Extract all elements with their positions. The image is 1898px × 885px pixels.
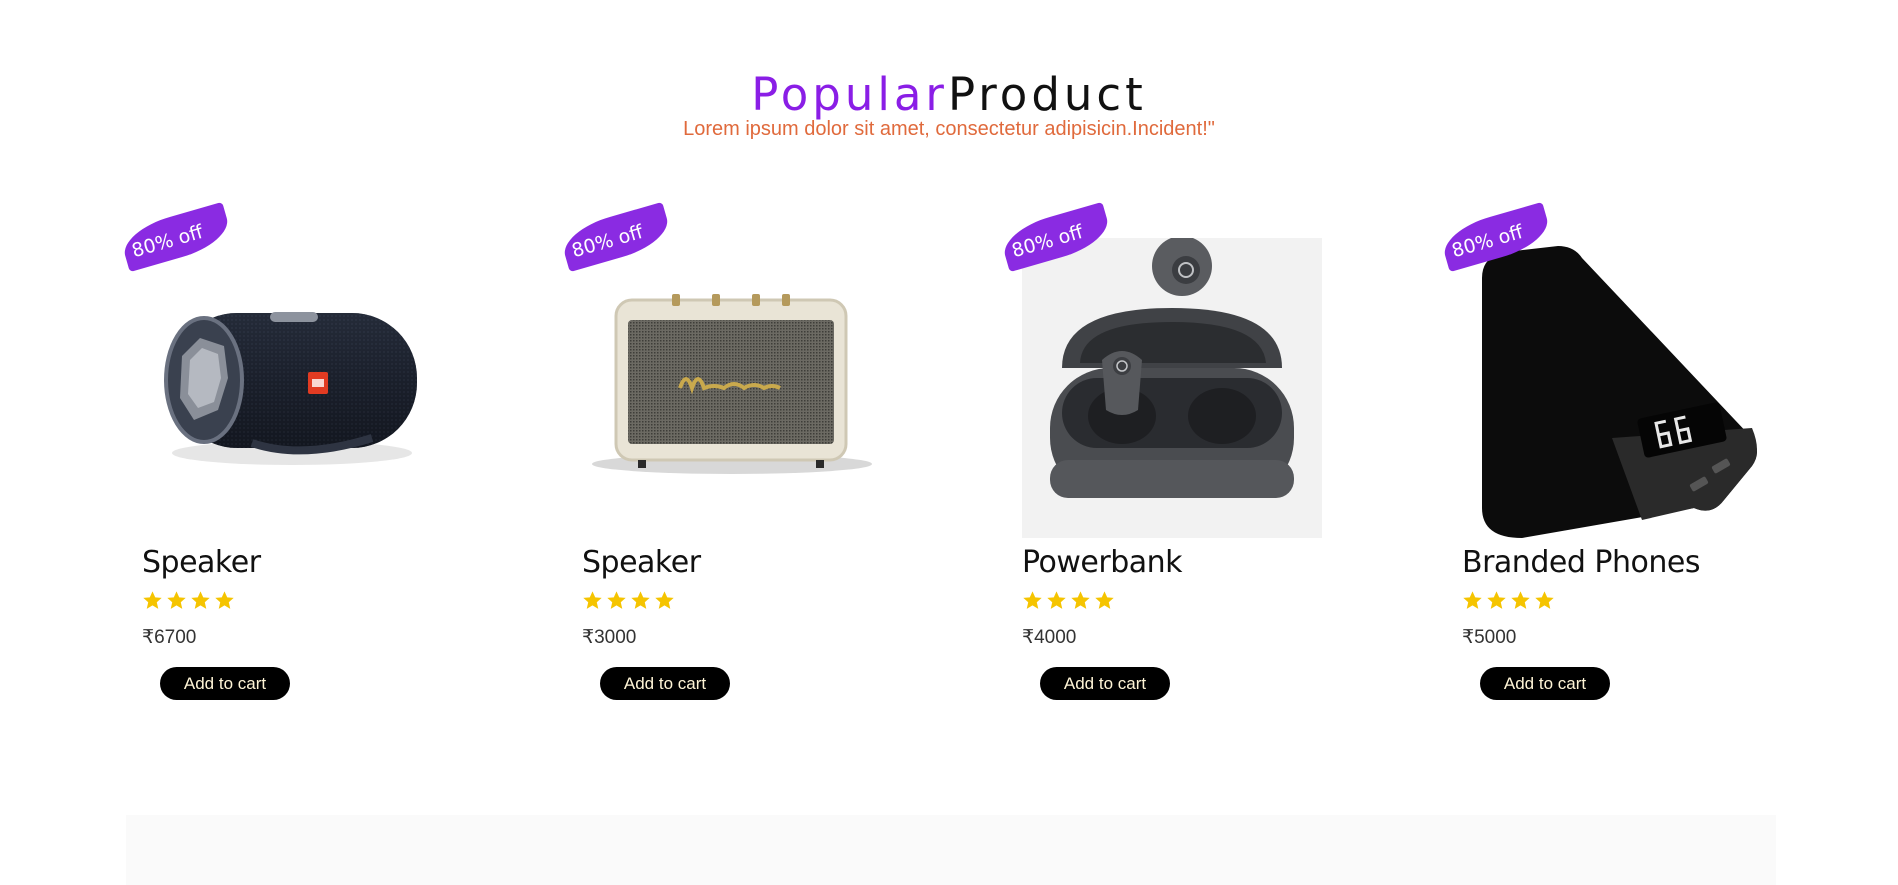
star-rating [142,590,235,611]
star-icon [1047,591,1066,609]
star-icon [583,591,602,609]
star-icon [167,591,186,609]
star-icon [191,591,210,609]
product-card: 80% off Branded Phones ₹5000 Add to cart [1438,201,1772,710]
wireless-earbuds-image[interactable] [1022,238,1322,538]
product-name[interactable]: Speaker [582,545,701,580]
portable-speaker-image[interactable] [142,238,442,538]
star-icon [607,591,626,609]
add-to-cart-button[interactable]: Add to cart [160,667,290,700]
product-card: 80% off [558,201,892,710]
product-name[interactable]: Branded Phones [1462,545,1700,580]
powerbank-image[interactable] [1462,238,1762,538]
section-subtitle: Lorem ipsum dolor sit amet, consectetur … [683,118,1215,140]
star-icon [631,591,650,609]
product-card: 80% off [118,201,452,710]
marshall-speaker-image[interactable] [582,238,882,538]
star-icon [1511,591,1530,609]
section-title-accent: Popular [751,68,948,121]
add-to-cart-button[interactable]: Add to cart [1480,667,1610,700]
product-card: 80% off [998,201,1332,710]
section-title: PopularProduct [0,68,1898,122]
section-title-main: Product [947,68,1147,121]
star-icon [1487,591,1506,609]
star-icon [1535,591,1554,609]
footer-section [126,815,1776,885]
star-rating [1022,590,1115,611]
popular-products-page: PopularProduct Lorem ipsum dolor sit ame… [0,0,1898,885]
product-price: ₹4000 [1022,627,1077,648]
star-icon [1095,591,1114,609]
star-icon [1071,591,1090,609]
product-name[interactable]: Powerbank [1022,545,1183,580]
product-price: ₹5000 [1462,627,1517,648]
product-name[interactable]: Speaker [142,545,261,580]
product-price: ₹6700 [142,627,197,648]
star-rating [582,590,675,611]
star-rating [1462,590,1555,611]
star-icon [1463,591,1482,609]
star-icon [215,591,234,609]
product-grid: 80% off Speaker ₹6700 Add to cart 80% of… [118,201,1782,720]
add-to-cart-button[interactable]: Add to cart [600,667,730,700]
star-icon [1023,591,1042,609]
star-icon [143,591,162,609]
star-icon [655,591,674,609]
product-price: ₹3000 [582,627,637,648]
add-to-cart-button[interactable]: Add to cart [1040,667,1170,700]
